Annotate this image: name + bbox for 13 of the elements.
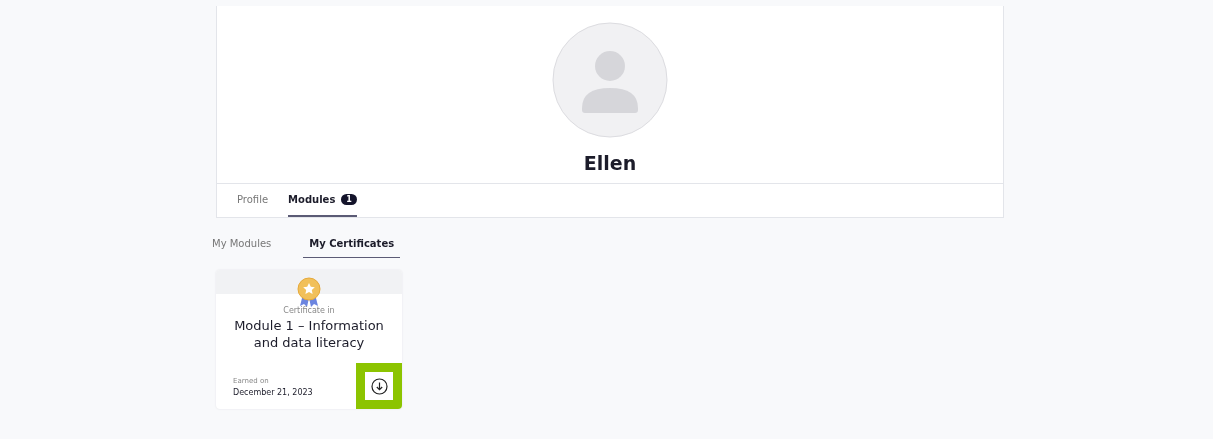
- subtab[interactable]: My Modules: [206, 230, 278, 258]
- earned-date: December 21, 2023: [233, 388, 313, 397]
- subtab[interactable]: My Certificates: [303, 230, 401, 258]
- tab[interactable]: Profile: [237, 184, 269, 217]
- download-button[interactable]: [356, 363, 402, 409]
- certificate-title: Module 1 – Information and data literacy: [233, 317, 385, 351]
- avatar-icon: [552, 22, 668, 138]
- certificate-caption: Certificate in: [282, 306, 336, 315]
- profile-name: Ellen: [583, 152, 637, 174]
- award-ribbon-icon: [296, 277, 322, 307]
- tab[interactable]: Modules 1: [288, 184, 357, 217]
- count-badge: 1: [341, 194, 357, 205]
- download-icon: [370, 377, 388, 395]
